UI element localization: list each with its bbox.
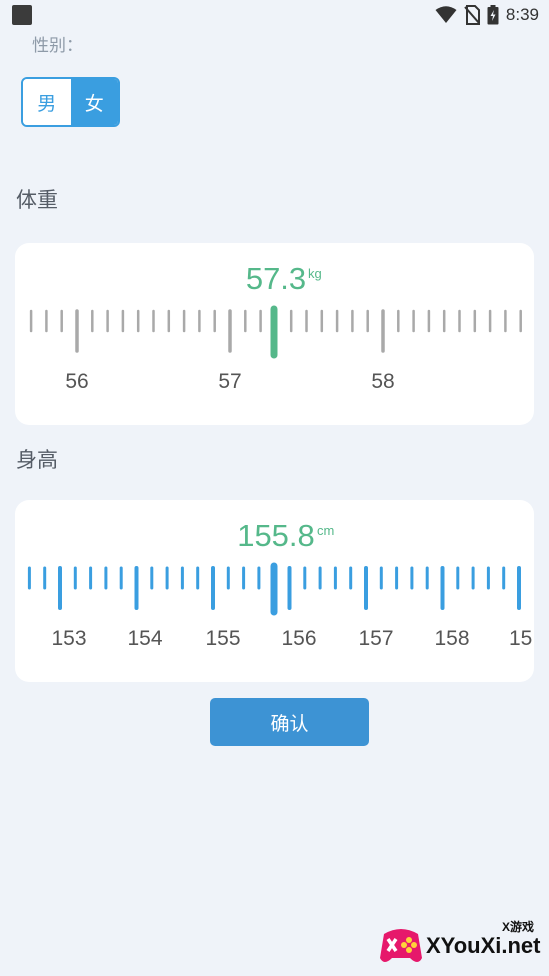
- weight-card: 57.3 kg 56 57 58: [15, 243, 534, 425]
- height-value: 155.8: [237, 518, 315, 553]
- gamepad-logo-icon: [380, 929, 422, 962]
- height-scale-label: 155: [205, 627, 240, 650]
- height-unit: cm: [317, 523, 334, 538]
- height-scale-label: 156: [281, 627, 316, 650]
- wifi-icon: [435, 6, 457, 23]
- gender-label: 性别：: [32, 36, 83, 56]
- gender-toggle: 男 女: [21, 77, 120, 127]
- weight-value: 57.3: [246, 261, 306, 296]
- weight-scale-label: 56: [65, 370, 88, 393]
- height-scale-label: 157: [358, 627, 393, 650]
- status-bar: 8:39: [0, 0, 549, 32]
- height-card: 155.8 cm 153 154 155 156 157 158 15: [15, 500, 534, 682]
- weight-unit: kg: [308, 266, 322, 281]
- status-icons: 8:39: [435, 4, 539, 26]
- confirm-button[interactable]: 确认: [210, 698, 369, 746]
- height-scale-label: 158: [434, 627, 469, 650]
- weight-title: 体重: [16, 188, 58, 212]
- height-scale-label: 154: [127, 627, 162, 650]
- watermark-subtext: X游戏: [502, 920, 535, 934]
- height-title: 身高: [16, 448, 58, 472]
- height-ruler[interactable]: 155.8 cm 153 154 155 156 157 158 15: [15, 500, 534, 682]
- no-sim-icon: [464, 5, 480, 25]
- watermark-text: XYouXi.net: [426, 933, 541, 958]
- site-watermark: XYouXi.net X游戏: [376, 918, 546, 970]
- gender-female-option[interactable]: 女: [70, 79, 118, 125]
- height-scale-label: 15: [509, 627, 532, 650]
- weight-ruler[interactable]: 57.3 kg 56 57 58: [15, 243, 534, 425]
- weight-scale-label: 57: [218, 370, 241, 393]
- battery-icon: [487, 5, 499, 25]
- status-time: 8:39: [505, 5, 539, 24]
- app-icon: [12, 5, 32, 25]
- gender-male-option[interactable]: 男: [23, 79, 71, 125]
- weight-scale-label: 58: [371, 370, 394, 393]
- height-scale-label: 153: [51, 627, 86, 650]
